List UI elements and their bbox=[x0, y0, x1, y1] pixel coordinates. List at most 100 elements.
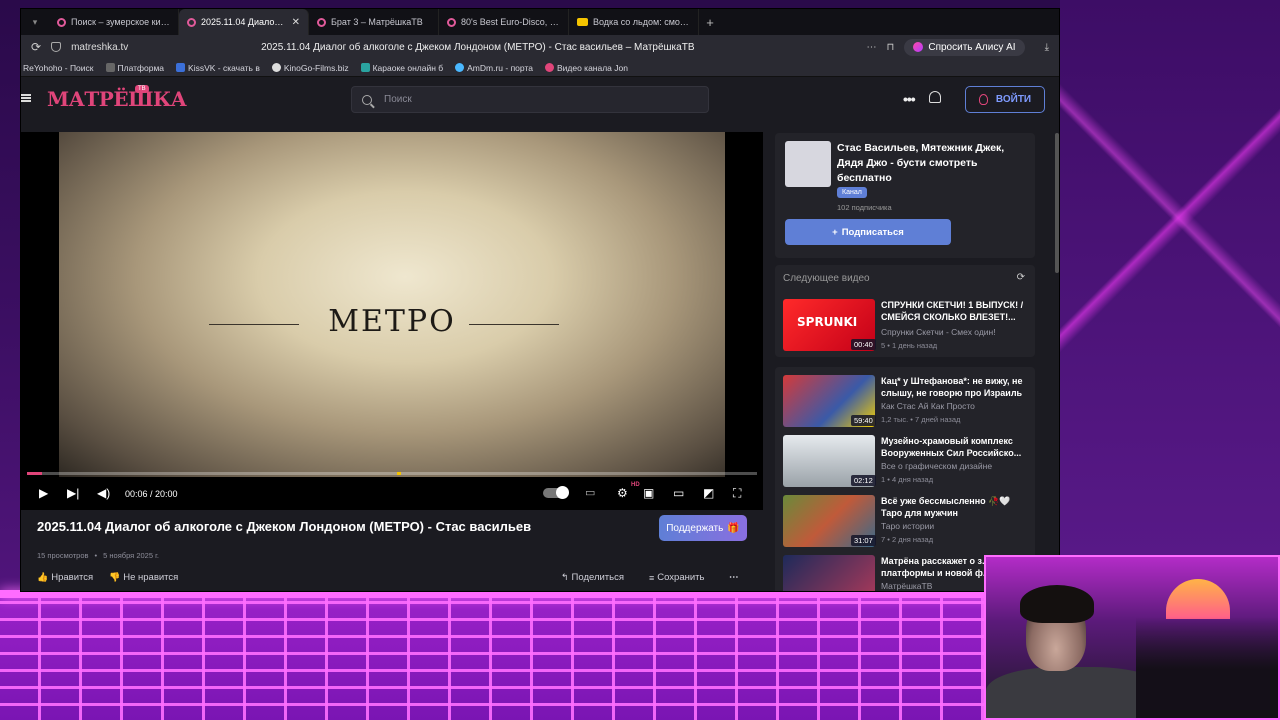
autoplay-toggle[interactable] bbox=[543, 486, 569, 499]
video-item-title: Всё уже бессмысленно 🥀🤍 Таро для мужчин bbox=[881, 496, 1011, 518]
matreshka-favicon-icon bbox=[187, 17, 196, 27]
video-meta: 15 просмотров • 5 ноября 2025 г. bbox=[37, 551, 159, 560]
tab-title: Поиск – зумерское кино bbox=[71, 17, 170, 27]
video-item-channel: Все о графическом дизайне bbox=[881, 461, 993, 471]
tab-brat3[interactable]: Брат 3 – МатрёшкаТВ bbox=[309, 9, 439, 35]
bookmark-item[interactable]: Платформа bbox=[105, 63, 164, 73]
share-label: Поделиться bbox=[571, 572, 625, 583]
download-icon[interactable]: ⤓ bbox=[1045, 42, 1049, 53]
channel-card: Стас Васильев, Мятежник Джек, Дядя Джо -… bbox=[775, 133, 1035, 258]
next-video-item[interactable]: SPRUNKI 00:40 СПРУНКИ СКЕТЧИ! 1 ВЫПУСК! … bbox=[775, 299, 1035, 355]
subscriber-count: 102 подписчика bbox=[837, 203, 892, 212]
video-frame[interactable]: МЕТРО bbox=[59, 132, 725, 477]
subscribe-label: Подписаться bbox=[841, 226, 904, 238]
bookmark-icon bbox=[455, 63, 465, 72]
player-controls: ▶ ▶| ◀) 00:06 / 20:00 ▭ ⚙ HD ▣ ▭ ◩ ⛶ bbox=[21, 480, 763, 508]
like-button[interactable]: 👍 Нравится bbox=[37, 572, 93, 583]
volume-icon[interactable]: ◀) bbox=[97, 486, 110, 500]
tab-bar: ▾ Поиск – зумерское кино 2025.11.04 Диал… bbox=[21, 9, 1059, 35]
refresh-icon[interactable]: ⟳ bbox=[1017, 272, 1025, 283]
subscribe-button[interactable]: + Подписаться bbox=[785, 219, 951, 245]
video-frame-text: МЕТРО bbox=[328, 304, 456, 339]
new-tab-button[interactable]: + bbox=[699, 9, 721, 35]
reload-icon[interactable]: ⟳ bbox=[31, 40, 41, 54]
bookmark-label: Видео канала Jon bbox=[556, 62, 628, 73]
bookmark-item[interactable]: KissVK - скачать в bbox=[176, 63, 260, 73]
video-item-title: СПРУНКИ СКЕТЧИ! 1 ВЫПУСК! / СМЕЙСЯ СКОЛЬ… bbox=[881, 300, 1024, 322]
cast-icon[interactable]: ◩ bbox=[703, 486, 714, 500]
browser-window: ▾ Поиск – зумерское кино 2025.11.04 Диал… bbox=[20, 8, 1060, 592]
tab-menu-icon[interactable]: ▾ bbox=[21, 9, 49, 35]
fullscreen-icon[interactable]: ⛶ bbox=[733, 486, 741, 501]
add-user-icon: + bbox=[832, 226, 838, 238]
bookmark-label: AmDm.ru - порта bbox=[467, 62, 533, 73]
search-input[interactable]: Поиск bbox=[351, 86, 709, 113]
matreshka-favicon-icon bbox=[317, 17, 326, 27]
support-button[interactable]: Поддержать 🎁 bbox=[659, 515, 747, 541]
list-item[interactable]: 02:12 Музейно-храмовый комплекс Вооружен… bbox=[775, 435, 1035, 491]
bookmark-item[interactable]: AmDm.ru - порта bbox=[455, 63, 533, 73]
close-tab-icon[interactable]: ✕ bbox=[292, 17, 300, 28]
bookmark-item[interactable]: ReYohoho - Поиск bbox=[23, 63, 94, 73]
bookmark-icon[interactable]: ⊓ bbox=[887, 42, 895, 53]
tab-current-video[interactable]: 2025.11.04 Диалог об а ✕ bbox=[179, 9, 309, 35]
like-label: Нравится bbox=[51, 572, 94, 583]
tab-vodka[interactable]: Водка со льдом: смотрите bbox=[569, 9, 699, 35]
video-player[interactable]: МЕТРО ▶ ▶| ◀) 00:06 / 20:00 ▭ ⚙ HD ▣ ▭ ◩… bbox=[21, 132, 763, 510]
next-icon[interactable]: ▶| bbox=[67, 486, 79, 500]
site-security-icon[interactable] bbox=[51, 42, 62, 52]
sidebar-scrollbar[interactable] bbox=[1055, 133, 1059, 273]
matreshka-site: МАТРЁШКА ТВ Поиск ••• ВОЙТИ МЕТРО ▶ ▶| ◀… bbox=[21, 77, 1059, 591]
list-item[interactable]: 31:07 Всё уже бессмысленно 🥀🤍 Таро для м… bbox=[775, 495, 1035, 551]
bookmark-icon bbox=[271, 63, 281, 72]
time-display: 00:06 / 20:00 bbox=[125, 489, 178, 499]
play-icon[interactable]: ▶ bbox=[39, 486, 48, 500]
progress-bar[interactable] bbox=[27, 472, 757, 475]
bookmark-icon bbox=[544, 63, 554, 72]
more-options-icon[interactable]: ⋯ bbox=[867, 42, 877, 53]
settings-icon[interactable]: ⚙ bbox=[617, 486, 628, 500]
bookmark-item[interactable]: Видео канала Jon bbox=[544, 62, 628, 73]
url-page-title[interactable]: 2025.11.04 Диалог об алкоголе с Джеком Л… bbox=[261, 42, 856, 53]
webcam-shadow bbox=[1136, 617, 1278, 718]
video-thumbnail[interactable] bbox=[783, 555, 875, 591]
subtitles-icon[interactable]: ▭ bbox=[585, 486, 595, 499]
more-actions-icon[interactable]: ⋯ bbox=[729, 572, 739, 583]
channel-avatar[interactable] bbox=[785, 141, 831, 187]
next-video-card: Следующее видео ⟳ SPRUNKI 00:40 СПРУНКИ … bbox=[775, 265, 1035, 357]
dislike-button[interactable]: 👎 Не нравится bbox=[109, 572, 178, 583]
menu-icon[interactable] bbox=[21, 94, 31, 102]
progress-fill bbox=[27, 472, 42, 475]
video-item-title: Музейно-храмовый комплекс Вооруженных Си… bbox=[881, 436, 1022, 458]
video-item-meta: 1,2 тыс. • 7 дней назад bbox=[881, 415, 961, 424]
channel-badge: Канал bbox=[837, 187, 867, 198]
bookmark-item[interactable]: Караоке онлайн б bbox=[360, 62, 444, 73]
channel-name[interactable]: Стас Васильев, Мятежник Джек, Дядя Джо -… bbox=[837, 141, 1027, 186]
hd-badge: HD bbox=[631, 482, 640, 488]
neon-decoration bbox=[1060, 0, 1280, 600]
bookmark-item[interactable]: KinoGo-Films.biz bbox=[271, 63, 349, 73]
tab-search[interactable]: Поиск – зумерское кино bbox=[49, 9, 179, 35]
list-item[interactable]: 59:40 Кац* у Штефанова*: не вижу, не слы… bbox=[775, 375, 1035, 431]
video-duration: 59:40 bbox=[851, 415, 876, 426]
more-icon[interactable]: ••• bbox=[903, 91, 916, 107]
bookmark-label: Караоке онлайн б bbox=[372, 62, 444, 73]
tab-title: 80's Best Euro-Disco, Synt bbox=[461, 17, 560, 27]
theater-mode-icon[interactable]: ▭ bbox=[673, 486, 684, 500]
share-button[interactable]: ↰ Поделиться bbox=[561, 572, 624, 583]
save-button[interactable]: ≡ Сохранить bbox=[649, 572, 704, 583]
thumbs-down-icon: 👎 bbox=[109, 572, 121, 582]
site-logo[interactable]: МАТРЁШКА bbox=[47, 87, 187, 111]
bookmark-label: ReYohoho - Поиск bbox=[23, 62, 94, 73]
video-item-title: Кац* у Штефанова*: не вижу, не слышу, не… bbox=[881, 376, 1023, 398]
miniplayer-icon[interactable]: ▣ bbox=[643, 486, 654, 500]
tab-eurodisco[interactable]: 80's Best Euro-Disco, Synt bbox=[439, 9, 569, 35]
video-item-meta: 5 • 1 день назад bbox=[881, 341, 938, 350]
ask-alice-button[interactable]: Спросить Алису AI bbox=[904, 38, 1025, 56]
url-domain[interactable]: matreshka.tv bbox=[71, 42, 251, 53]
login-button[interactable]: ВОЙТИ bbox=[965, 86, 1045, 113]
video-item-meta: 7 • 2 дня назад bbox=[881, 535, 934, 544]
video-duration: 31:07 bbox=[851, 535, 876, 546]
notifications-icon[interactable] bbox=[929, 91, 941, 103]
publish-date: 5 ноября 2025 г. bbox=[103, 551, 159, 560]
